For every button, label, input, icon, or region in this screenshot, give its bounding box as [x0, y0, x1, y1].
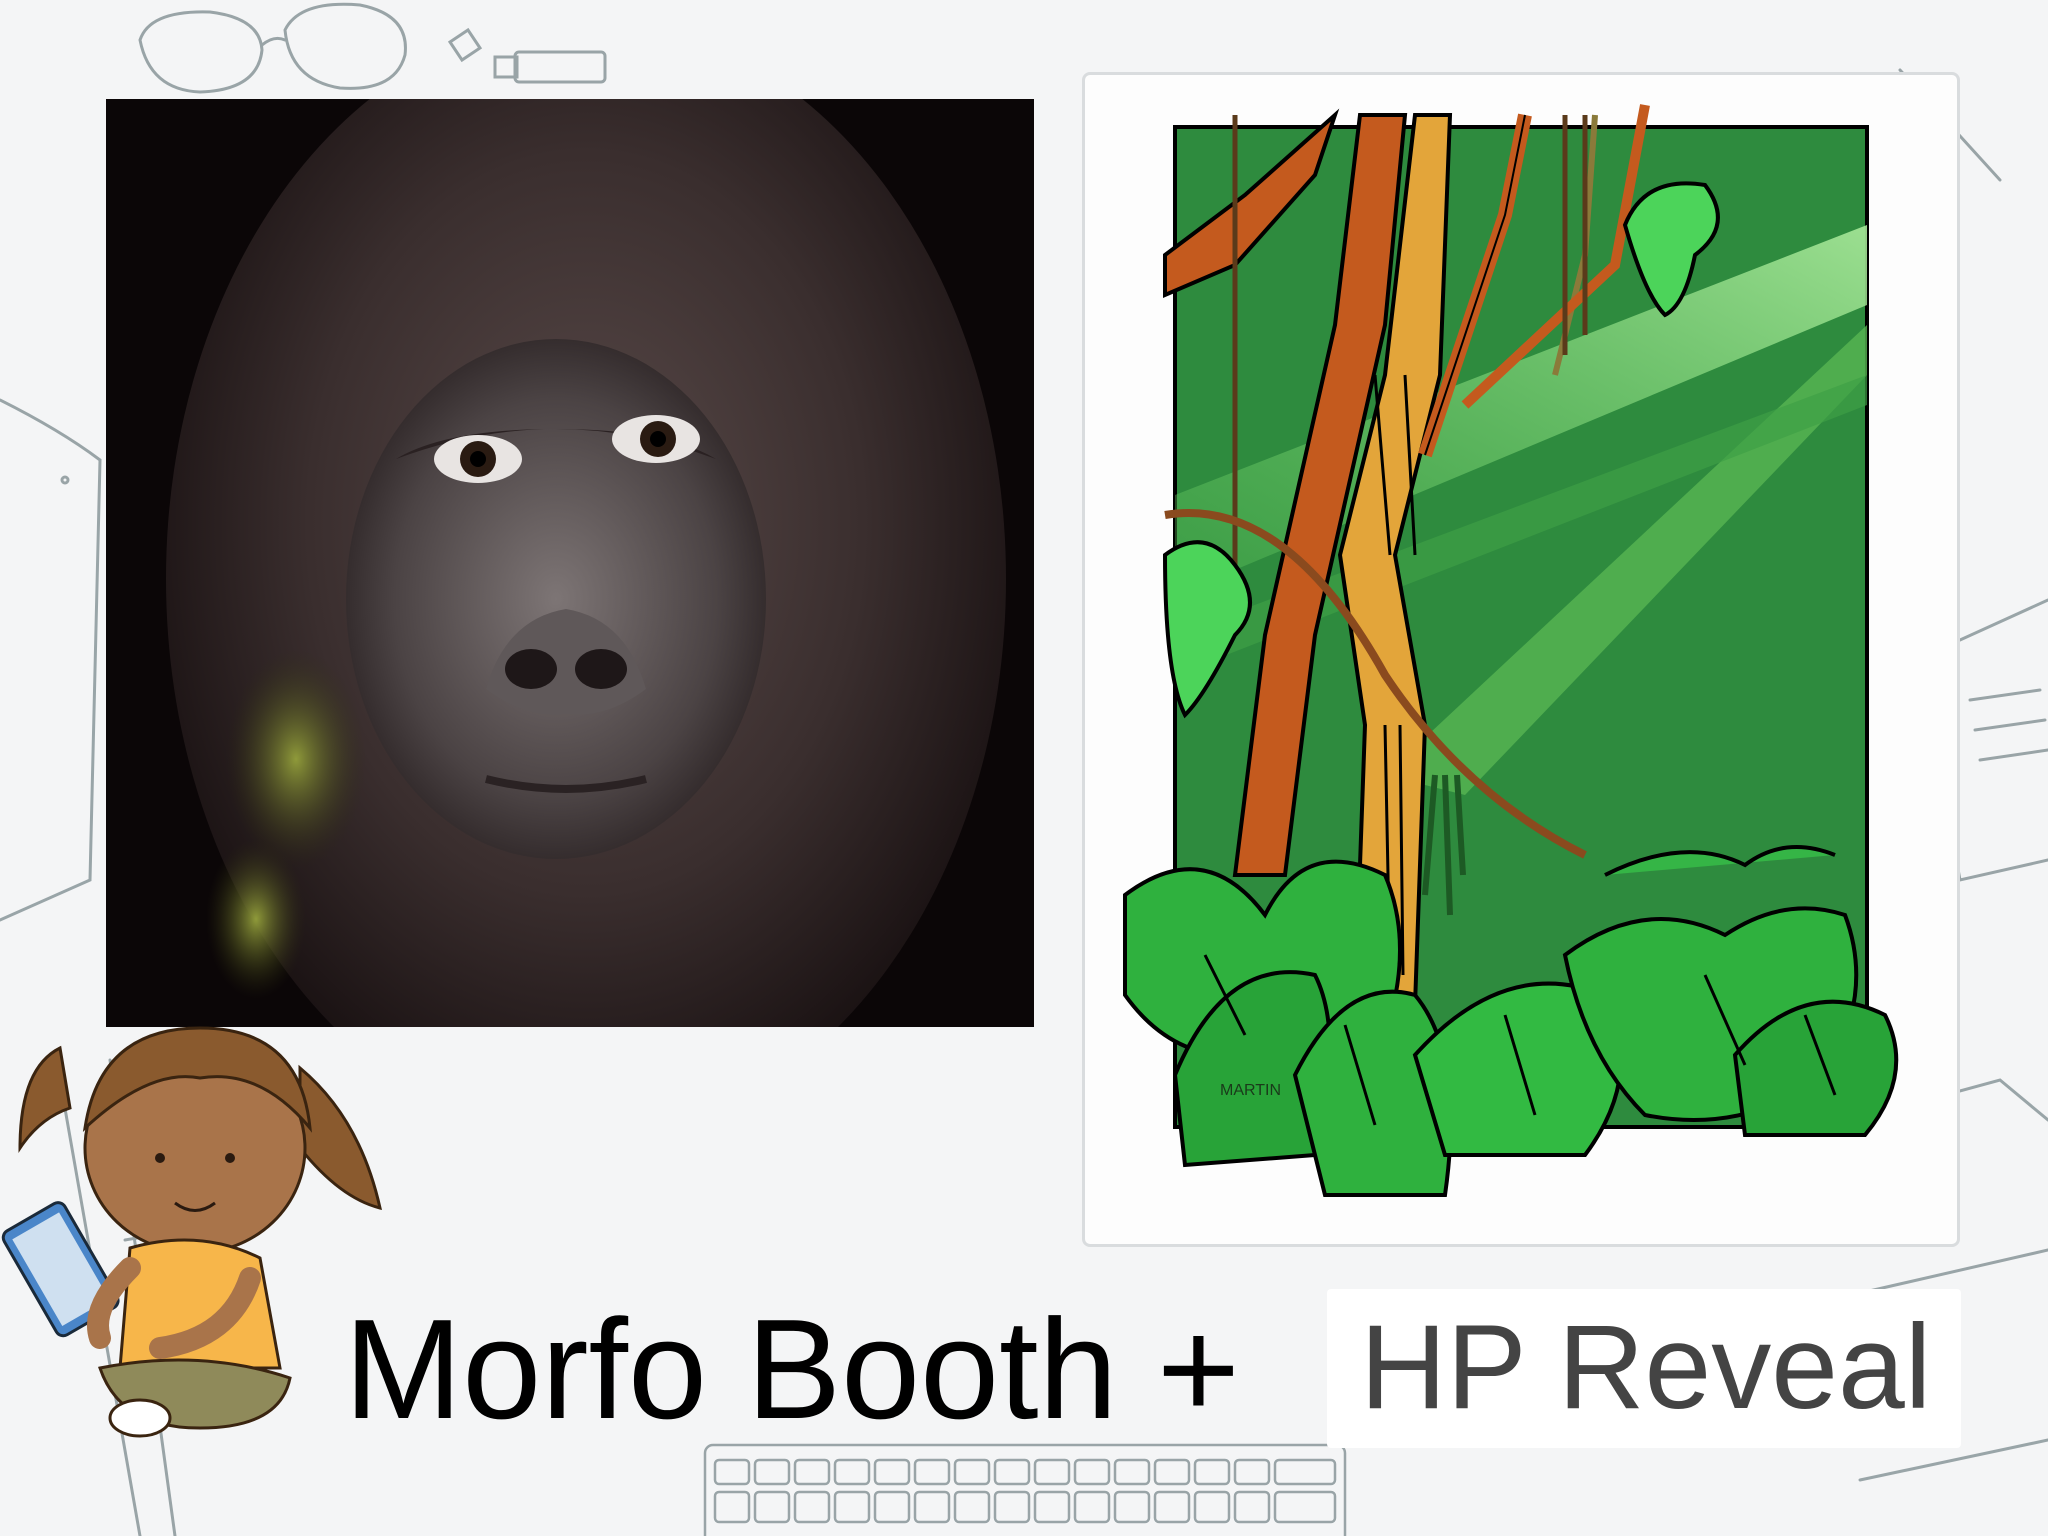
rainforest-illustration-card: MARTIN [1082, 72, 1960, 1247]
keyboard-sketch-icon [703, 1443, 1347, 1536]
girl-with-tablet-clipart [1, 1026, 382, 1438]
gorilla-face-illustration [106, 99, 1034, 1027]
usb-stick-sketch-icon [447, 27, 607, 84]
rainforest-illustration: MARTIN [1123, 104, 1899, 1197]
slide-title-hp-reveal: HP Reveal [1360, 1300, 1932, 1434]
slide-title-morfo-booth: Morfo Booth + [344, 1290, 1240, 1449]
glasses-sketch-icon [138, 2, 407, 94]
illustration-signature: MARTIN [1220, 1082, 1281, 1099]
gorilla-photo [106, 99, 1034, 1027]
tablet-sketch-icon [0, 398, 102, 922]
slide-title-highlight-box: HP Reveal [1327, 1289, 1961, 1448]
